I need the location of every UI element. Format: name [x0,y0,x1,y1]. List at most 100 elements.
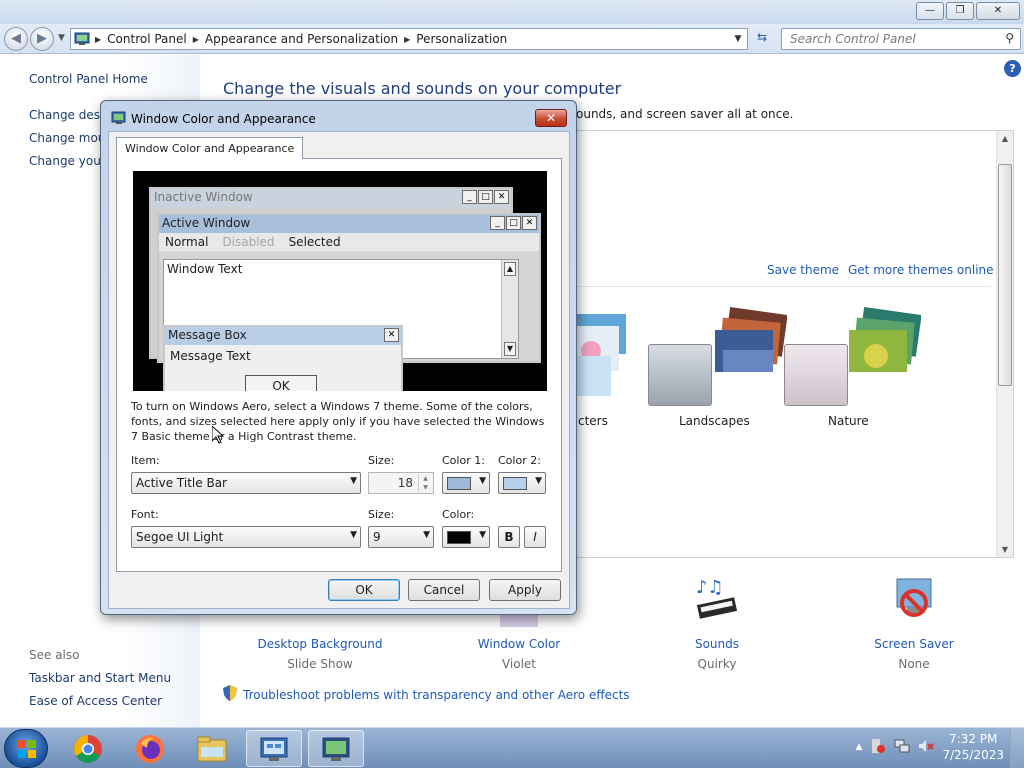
show-hidden-icons-icon[interactable]: ▲ [856,742,863,752]
window-controls: — ❐ ✕ [916,2,1020,20]
clock[interactable]: 7:32 PM 7/25/2023 [942,731,1004,763]
address-bar[interactable]: ▶ Control Panel ▶ Appearance and Persona… [70,28,748,50]
show-desktop-button[interactable] [1010,728,1024,768]
taskbar: ▲ 7:32 PM 7/25/2023 [0,727,1024,768]
chevron-down-icon: ▼ [350,476,357,486]
folder-icon [197,736,227,761]
breadcrumb-personalization[interactable]: Personalization [412,32,511,46]
save-theme-link[interactable]: Save theme [767,263,839,277]
refresh-button[interactable]: ⇆ [751,30,773,50]
message-box-title: Message Box ✕ [165,327,401,345]
chrome-icon [74,734,102,763]
close-icon: ✕ [384,328,399,342]
control-panel-home-link[interactable]: Control Panel Home [29,72,148,86]
window-color-taskbar-button[interactable] [308,730,364,767]
landscapes-glass-thumb[interactable] [648,344,712,406]
scroll-up-arrow[interactable]: ▲ [997,134,1013,143]
breadcrumb-appearance[interactable]: Appearance and Personalization [201,32,402,46]
firefox-icon [136,734,164,763]
message-text: Message Text [170,349,251,363]
chevron-down-icon: ▼ [479,530,486,540]
font-label: Font: [131,508,159,521]
apply-button[interactable]: Apply [489,579,561,601]
breadcrumb-control-panel[interactable]: Control Panel [103,32,191,46]
item-select[interactable]: Active Title Bar ▼ [131,472,361,494]
nature-glass-thumb[interactable] [784,344,848,406]
sounds-item[interactable]: ♪♫ Sounds Quirky [627,575,807,671]
sounds-value: Quirky [697,657,737,671]
network-icon[interactable] [894,738,910,757]
theme-list-scrollbar[interactable]: ▲ ▼ [996,131,1013,557]
sounds-link[interactable]: Sounds [627,637,807,651]
close-button[interactable]: ✕ [976,2,1020,20]
ok-button[interactable]: OK [328,579,400,601]
color2-swatch [503,477,527,490]
chevron-down-icon: ▼ [350,530,357,540]
tab-window-color-appearance[interactable]: Window Color and Appearance [116,137,304,159]
window-color-value: Violet [501,657,537,671]
troubleshoot-aero-link[interactable]: Troubleshoot problems with transparency … [223,685,630,704]
font-size-select[interactable]: 9 ▼ [368,526,434,548]
address-dropdown[interactable]: ▼ [729,29,747,49]
preview-scrollbar: ▲ ▼ [501,260,518,358]
search-placeholder: Search Control Panel [790,32,916,46]
screen-saver-link[interactable]: Screen Saver [824,637,1004,651]
sounds-icon: ♪♫ [692,575,742,627]
cancel-button[interactable]: Cancel [408,579,480,601]
firefox-taskbar-button[interactable] [122,730,178,767]
close-icon: ✕ [494,190,509,204]
action-center-icon[interactable] [870,738,886,757]
search-input[interactable]: Search Control Panel ⚲ [781,28,1021,50]
font-select[interactable]: Segoe UI Light ▼ [131,526,361,548]
minimize-icon: _ [462,190,477,204]
dialog-title: Window Color and Appearance [131,112,316,126]
preview-ok-button: OK [245,375,317,391]
forward-button[interactable]: ▶ [30,27,54,51]
font-color-picker[interactable]: ▼ [442,526,490,548]
dialog-close-button[interactable]: ✕ [535,109,567,127]
taskbar-start-menu-link[interactable]: Taskbar and Start Menu [29,671,171,685]
clock-date: 7/25/2023 [942,748,1004,762]
appearance-preview[interactable]: Inactive Window _ □ ✕ Active Window _ □ ✕ No… [133,171,547,391]
help-icon[interactable]: ? [1004,60,1021,77]
change-account-picture-link[interactable]: Change your [29,154,106,168]
window-color-link[interactable]: Window Color [429,637,609,651]
dialog-monitor-icon [111,110,127,126]
theme-label-characters: cters [578,414,608,428]
ease-of-access-link[interactable]: Ease of Access Center [29,694,162,708]
tab-panel: Inactive Window _ □ ✕ Active Window _ □ ✕ No… [116,158,562,572]
screen-saver-item[interactable]: Screen Saver None [824,575,1004,671]
chevron-down-icon: ▼ [423,530,430,540]
breadcrumb-separator[interactable]: ▶ [402,35,412,44]
minimize-button[interactable]: — [916,2,944,20]
volume-muted-icon[interactable] [918,738,935,757]
menu-selected: Selected [288,235,341,249]
search-icon[interactable]: ⚲ [1005,31,1014,45]
item-size-spinner[interactable]: 18 ▲ ▼ [368,472,434,494]
breadcrumb-separator: ▶ [95,34,102,44]
control-panel-icon [71,29,93,49]
inactive-window-title: Inactive Window _ □ ✕ [151,189,511,207]
color1-picker[interactable]: ▼ [442,472,490,494]
bold-button[interactable]: B [498,526,520,548]
menu-disabled: Disabled [222,235,275,249]
desktop-background-link[interactable]: Desktop Background [230,637,410,651]
system-tray: ▲ 7:32 PM 7/25/2023 [856,731,1004,763]
breadcrumb-separator[interactable]: ▶ [191,35,201,44]
maximize-button[interactable]: ❐ [946,2,974,20]
explorer-taskbar-button[interactable] [184,730,240,767]
start-button[interactable] [4,729,48,768]
window-text: Window Text [167,262,243,276]
color1-swatch [447,477,471,490]
get-more-themes-link[interactable]: Get more themes online [848,263,994,277]
chrome-taskbar-button[interactable] [60,730,116,767]
color2-picker[interactable]: ▼ [498,472,546,494]
control-panel-taskbar-button[interactable] [246,730,302,767]
italic-button[interactable]: I [524,526,546,548]
svg-text:♪♫: ♪♫ [696,577,724,598]
back-button[interactable]: ◀ [4,27,28,51]
spinner-arrows-icon[interactable]: ▲ ▼ [418,474,432,492]
scroll-down-arrow[interactable]: ▼ [997,545,1013,554]
recent-pages-dropdown[interactable]: ▼ [58,33,65,43]
scroll-thumb[interactable] [998,164,1012,386]
